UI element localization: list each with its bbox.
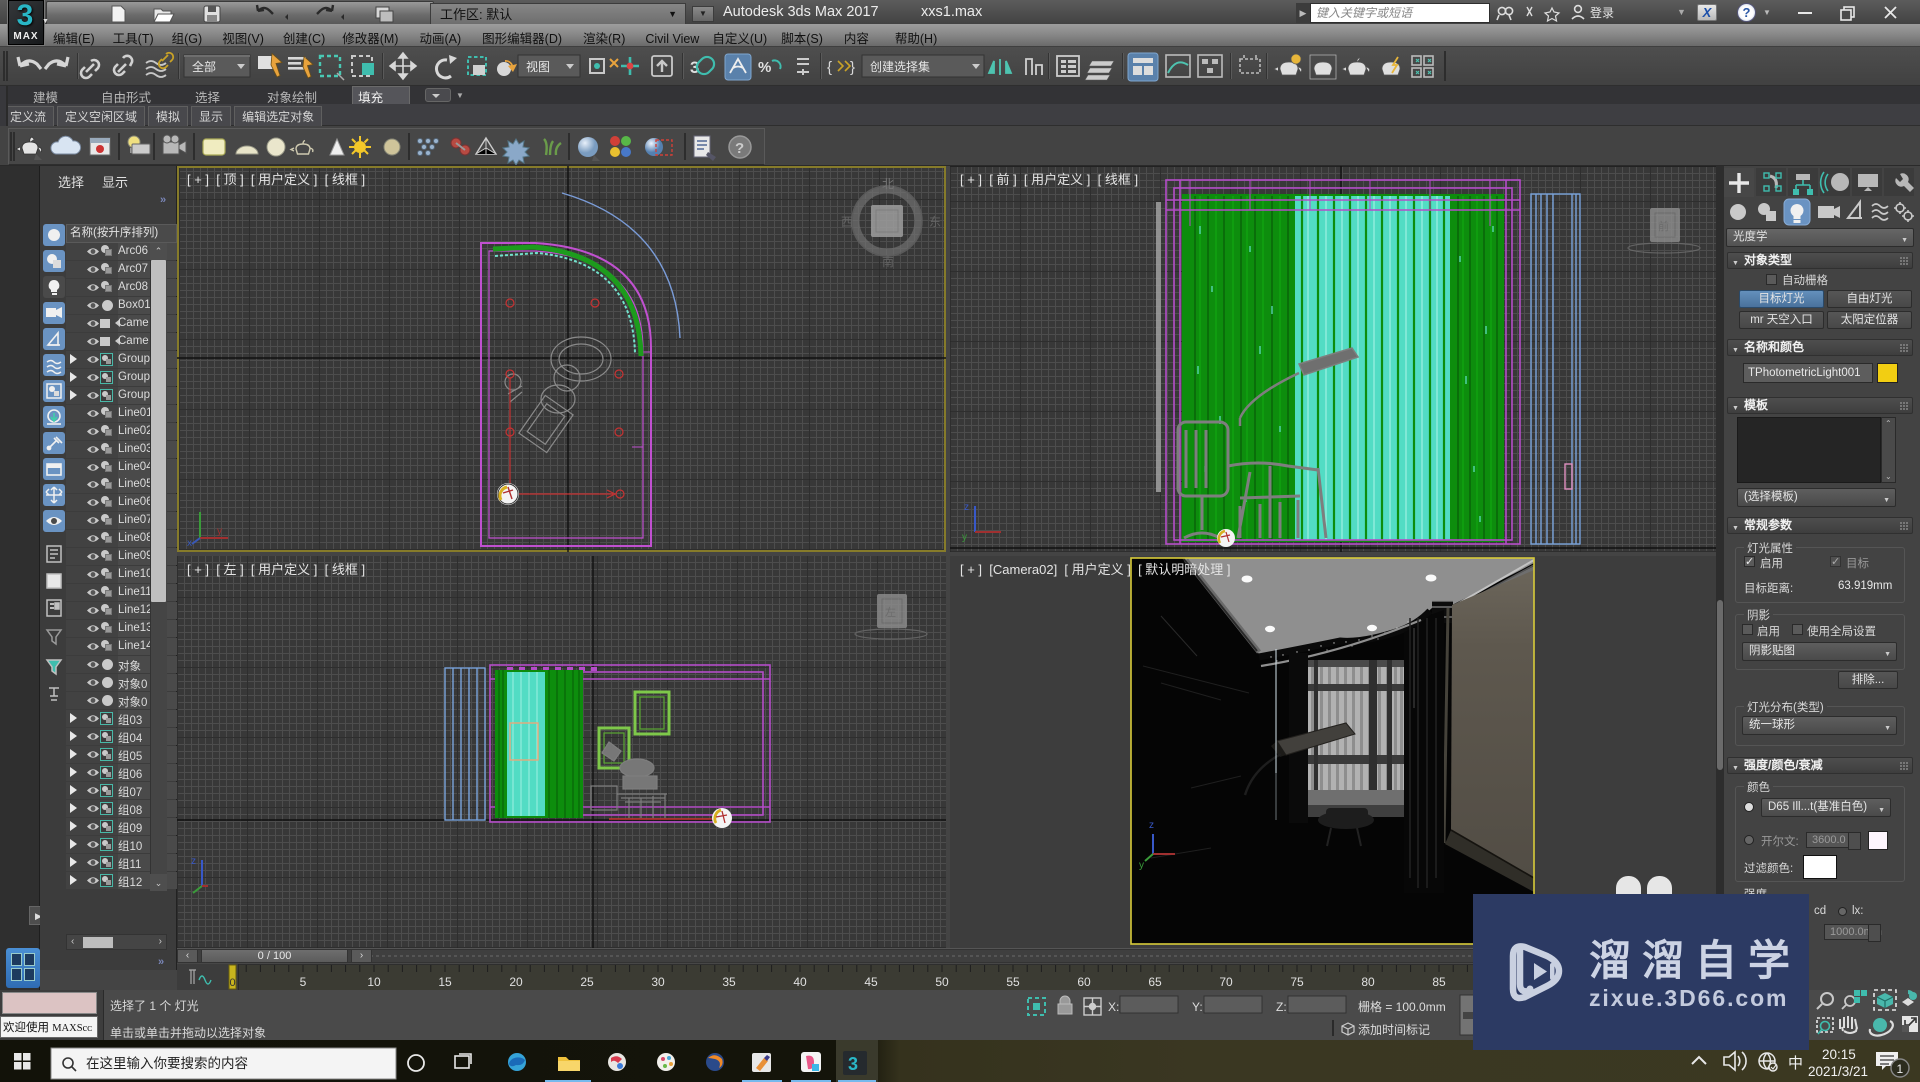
svg-text:{: { xyxy=(827,59,832,76)
svg-text:40: 40 xyxy=(793,975,807,989)
svg-text:?: ? xyxy=(735,140,744,157)
svg-text:%: % xyxy=(758,59,771,76)
svg-text:5: 5 xyxy=(300,975,307,989)
svg-text:45: 45 xyxy=(864,975,878,989)
svg-text:x: x xyxy=(187,538,192,549)
svg-text:55: 55 xyxy=(1006,975,1020,989)
svg-text:20: 20 xyxy=(509,975,523,989)
svg-text:y: y xyxy=(217,526,222,537)
svg-text:中: 中 xyxy=(1788,1055,1803,1072)
svg-text:西: 西 xyxy=(841,215,853,229)
svg-text:65: 65 xyxy=(1148,975,1162,989)
svg-text:左: 左 xyxy=(885,606,896,619)
svg-text:35: 35 xyxy=(722,975,736,989)
svg-text:X:: X: xyxy=(1108,1000,1119,1014)
svg-text:30: 30 xyxy=(651,975,665,989)
svg-text:栅格 = 100.0mm: 栅格 = 100.0mm xyxy=(1358,999,1446,1014)
svg-text:2021/3/21: 2021/3/21 xyxy=(1808,1064,1868,1079)
svg-text:15: 15 xyxy=(438,975,452,989)
svg-text:全部: 全部 xyxy=(192,59,216,74)
svg-text:溜溜自学: 溜溜自学 xyxy=(1589,937,1790,984)
svg-text:}: } xyxy=(850,59,855,76)
svg-text:[ + ] [ 前 ] [ 用户定义 ] [ 线框 ]: [ + ] [ 前 ] [ 用户定义 ] [ 线框 ] xyxy=(960,172,1138,187)
svg-text:添加时间标记: 添加时间标记 xyxy=(1358,1023,1430,1037)
svg-text:[ + ] [ 顶 ] [ 用户定义 ] [ 线框 ]: [ + ] [ 顶 ] [ 用户定义 ] [ 线框 ] xyxy=(187,172,365,187)
svg-text:在这里输入你要搜索的内容: 在这里输入你要搜索的内容 xyxy=(86,1055,248,1071)
svg-text:60: 60 xyxy=(1077,975,1091,989)
svg-text:10: 10 xyxy=(367,975,381,989)
svg-text:前: 前 xyxy=(1658,219,1669,233)
svg-text:[ + ] [ 左 ] [ 用户定义 ] [ 线框 ]: [ + ] [ 左 ] [ 用户定义 ] [ 线框 ] xyxy=(187,562,365,577)
svg-text:0: 0 xyxy=(229,977,235,989)
svg-text:视图: 视图 xyxy=(526,59,550,74)
svg-text:北: 北 xyxy=(882,177,894,191)
svg-text:创建选择集: 创建选择集 xyxy=(870,59,930,74)
svg-text:70: 70 xyxy=(1219,975,1233,989)
svg-text:z: z xyxy=(964,502,969,513)
svg-text:Z:: Z: xyxy=(1276,1000,1287,1014)
svg-text:登录: 登录 xyxy=(1590,5,1614,20)
svg-text:z: z xyxy=(191,856,196,867)
svg-text:▼: ▼ xyxy=(1677,7,1686,17)
svg-text:[ + ] [Camera02] [ 用户定义 ] [: [ + ] [Camera02] [ 用户定义 ] [ 默认明暗处理 ] xyxy=(960,562,1231,577)
svg-text:y: y xyxy=(962,532,967,543)
svg-text:3: 3 xyxy=(690,58,699,77)
svg-text:南: 南 xyxy=(882,254,894,269)
svg-text:东: 东 xyxy=(929,215,941,229)
svg-text:80: 80 xyxy=(1361,975,1375,989)
svg-text:Y:: Y: xyxy=(1192,1000,1203,1014)
svg-text:1: 1 xyxy=(1897,1062,1904,1076)
svg-text:85: 85 xyxy=(1432,975,1446,989)
svg-text:3: 3 xyxy=(848,1054,858,1074)
svg-text:25: 25 xyxy=(580,975,594,989)
svg-text:50: 50 xyxy=(935,975,949,989)
svg-text:75: 75 xyxy=(1290,975,1304,989)
svg-text:y: y xyxy=(1139,860,1144,871)
svg-text:z: z xyxy=(1149,820,1154,831)
svg-text:zixue.3D66.com: zixue.3D66.com xyxy=(1589,985,1787,1011)
svg-text:20:15: 20:15 xyxy=(1822,1047,1856,1062)
